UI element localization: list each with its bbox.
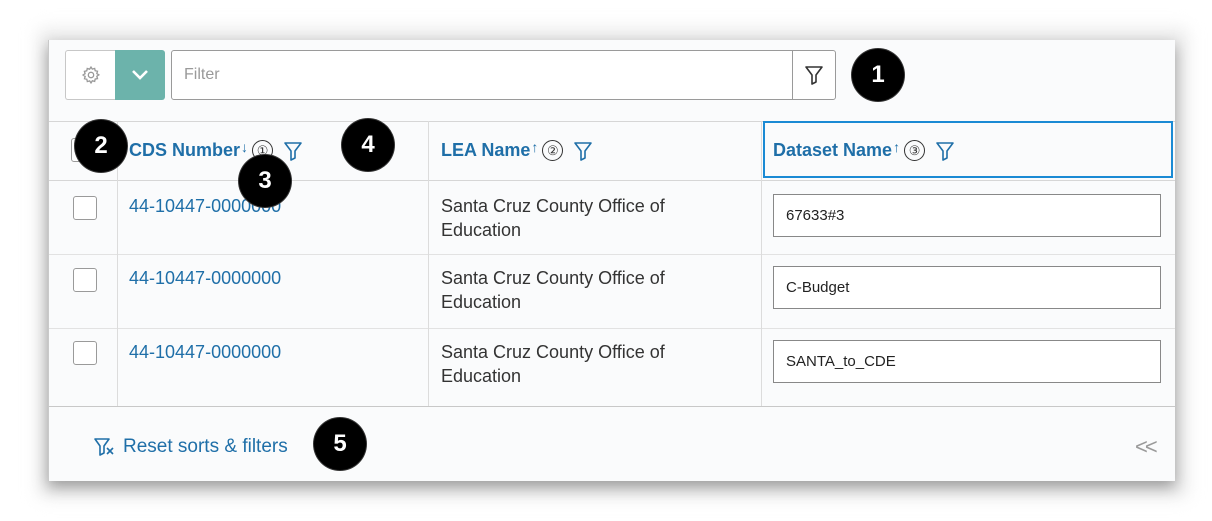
column-filter-icon[interactable] [573, 140, 593, 162]
callout-badge: 4 [342, 119, 394, 171]
column-filter-icon[interactable] [283, 140, 303, 162]
settings-dropdown-button[interactable] [115, 50, 165, 100]
column-label: CDS Number [129, 140, 241, 160]
filter-input[interactable] [171, 50, 793, 100]
column-divider [761, 121, 762, 406]
callout-badge: 2 [75, 120, 127, 172]
header-bottom-divider [49, 180, 1175, 181]
grid-panel: CDS Number ↓ ① LEA Name ↑ ② Dataset Name… [48, 40, 1175, 481]
column-header-lea-name[interactable]: LEA Name ↑ ② [441, 121, 593, 180]
callout-badge: 1 [852, 49, 904, 101]
row-divider [49, 328, 1175, 329]
cds-number-link[interactable]: 44-10447-0000000 [129, 342, 281, 363]
lea-name-line: Santa Cruz County Office of [441, 196, 665, 216]
dataset-name-input[interactable] [773, 340, 1161, 383]
column-divider [428, 121, 429, 406]
lea-name-line: Education [441, 366, 522, 386]
row-divider [49, 254, 1175, 255]
gear-icon [81, 65, 100, 85]
lea-name-line: Education [441, 292, 522, 312]
column-label: LEA Name [441, 140, 531, 160]
lea-name-line: Education [441, 220, 522, 240]
callout-badge: 5 [314, 418, 366, 470]
settings-button[interactable] [65, 50, 115, 100]
lea-name-cell: Santa Cruz County Office of Education [441, 340, 721, 388]
column-label: Dataset Name [773, 140, 893, 160]
footer-divider [49, 406, 1175, 407]
filter-clear-icon [94, 438, 114, 456]
dataset-name-input[interactable] [773, 194, 1161, 237]
sort-ascending-icon: ↑ [893, 138, 901, 155]
filter-icon [805, 66, 823, 85]
lea-name-line: Santa Cruz County Office of [441, 268, 665, 288]
lea-name-line: Santa Cruz County Office of [441, 342, 665, 362]
sort-descending-icon: ↓ [241, 138, 249, 155]
lea-name-cell: Santa Cruz County Office of Education [441, 194, 721, 242]
lea-name-cell: Santa Cruz County Office of Education [441, 266, 721, 314]
column-filter-icon[interactable] [935, 140, 955, 162]
dataset-name-input[interactable] [773, 266, 1161, 309]
sort-order-badge: ② [542, 140, 564, 161]
reset-label: Reset sorts & filters [123, 436, 288, 457]
chevron-down-icon [132, 70, 148, 80]
collapse-panel-button[interactable]: << [1135, 434, 1158, 460]
sort-ascending-icon: ↑ [531, 138, 539, 155]
sort-order-badge: ③ [904, 140, 926, 161]
row-checkbox[interactable] [73, 341, 97, 365]
apply-filter-button[interactable] [792, 50, 836, 100]
cds-number-link[interactable]: 44-10447-0000000 [129, 268, 281, 289]
column-header-dataset-name[interactable]: Dataset Name ↑ ③ [773, 121, 955, 180]
reset-sorts-filters-button[interactable]: Reset sorts & filters [93, 436, 288, 458]
row-checkbox[interactable] [73, 196, 97, 220]
callout-badge: 3 [239, 155, 291, 207]
row-checkbox[interactable] [73, 268, 97, 292]
